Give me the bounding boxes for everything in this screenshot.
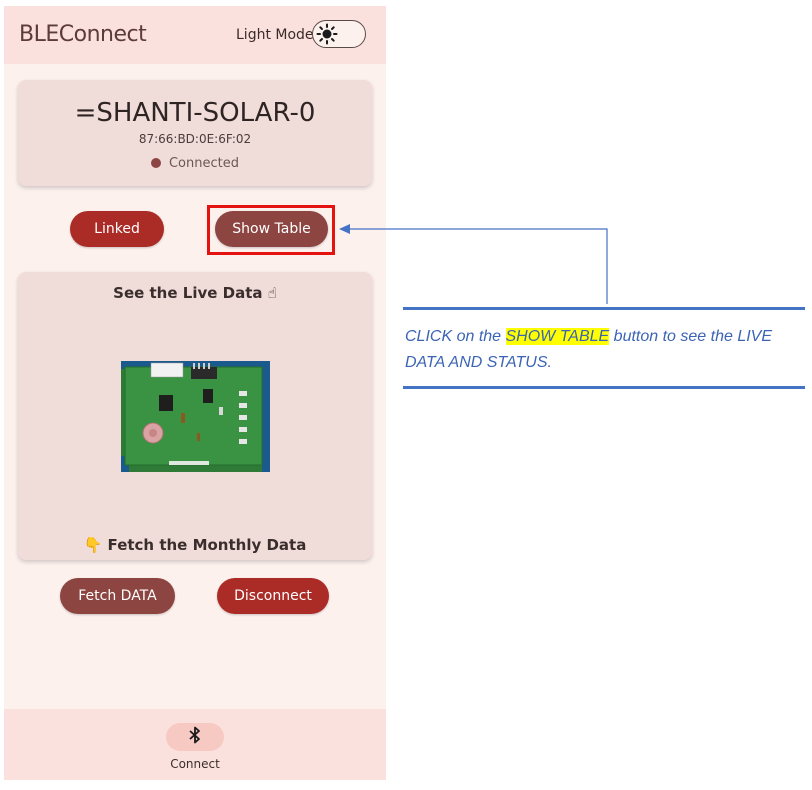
callout-top-rule [403, 307, 805, 310]
callout-bottom-rule [403, 386, 805, 389]
callout-highlight: SHOW TABLE [505, 328, 610, 345]
annotation-arrow [339, 224, 608, 304]
annotation-callout-text: CLICK on the SHOW TABLE button to see th… [405, 324, 805, 376]
callout-text-before: CLICK on the [405, 328, 506, 345]
